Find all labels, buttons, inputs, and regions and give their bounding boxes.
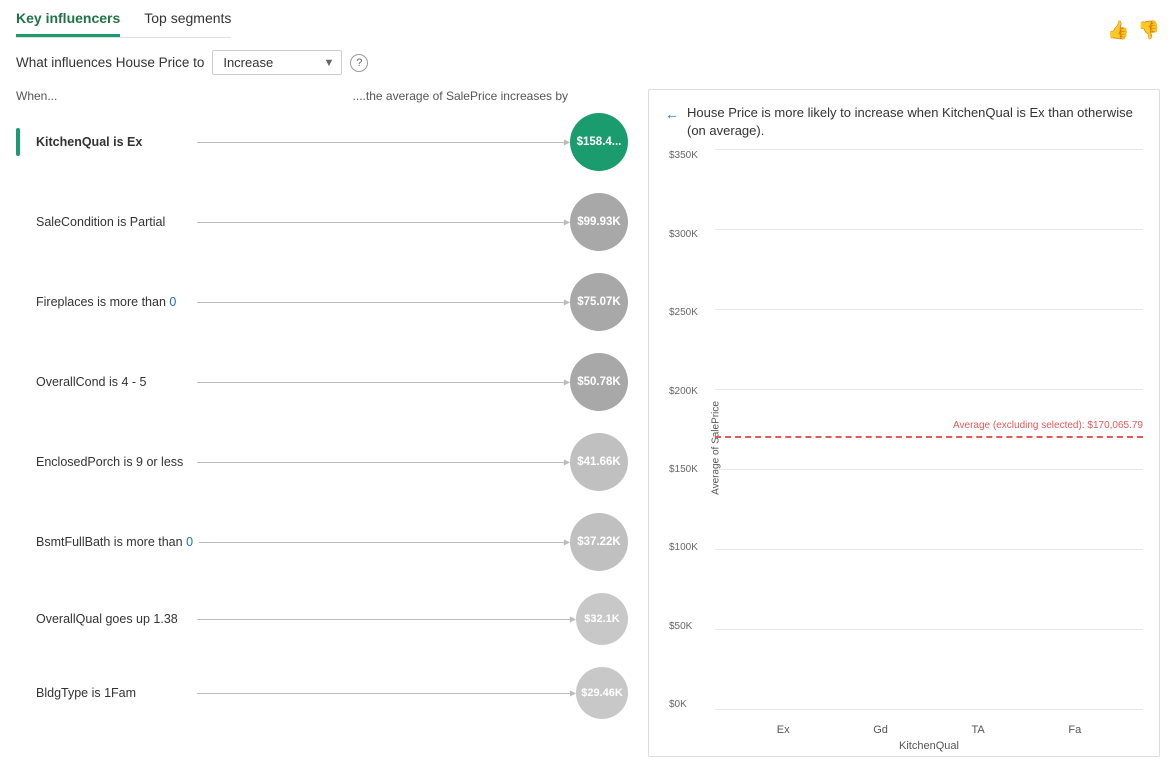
influencer-row-overallcond[interactable]: OverallCond is 4 - 5 $50.78K <box>16 353 628 411</box>
dropdown-wrapper: Increase Decrease ▼ <box>212 50 342 75</box>
influencer-row-enclosedporch[interactable]: EnclosedPorch is 9 or less $41.66K <box>16 433 628 491</box>
influencer-row-bldgtype[interactable]: BldgType is 1Fam $29.46K <box>16 667 628 719</box>
tabs: Key influencers Top segments <box>16 10 231 38</box>
y-label-0k: $0K <box>669 699 698 710</box>
line-connector-1 <box>197 222 564 223</box>
bubble-bldgtype: $29.46K <box>576 667 628 719</box>
column-headers: When... ....the average of SalePrice inc… <box>16 89 628 103</box>
bubble-bsmtfullbath: $37.22K <box>570 513 628 571</box>
bars-container <box>715 150 1143 710</box>
y-label-50k: $50K <box>669 621 698 632</box>
bubble-overallcond: $50.78K <box>570 353 628 411</box>
line-connector-3 <box>197 382 564 383</box>
line-connector-7 <box>197 693 570 694</box>
x-axis-labels: Ex Gd TA Fa <box>715 724 1143 736</box>
chart-inner: $350K $300K $250K $200K $150K $100K $50K… <box>715 150 1143 710</box>
bubble-salecondition: $99.93K <box>570 193 628 251</box>
bubble-kitchenqual: $158.4... <box>570 113 628 171</box>
x-label-ex: Ex <box>777 724 790 736</box>
header-icons: 👍 👎 <box>1107 20 1160 41</box>
influencer-row-salecondition[interactable]: SaleCondition is Partial $99.93K <box>16 193 628 251</box>
y-label-100k: $100K <box>669 542 698 553</box>
line-connector-6 <box>197 619 570 620</box>
y-label-200k: $200K <box>669 386 698 397</box>
help-icon[interactable]: ? <box>350 54 368 72</box>
tab-top-segments[interactable]: Top segments <box>144 10 231 37</box>
chart-area: Average of SalePrice $350K $300K $250K $… <box>665 150 1143 746</box>
influencer-label-enclosedporch: EnclosedPorch is 9 or less <box>16 455 191 469</box>
influencer-row-kitchenqual[interactable]: KitchenQual is Ex $158.4... <box>16 113 628 171</box>
right-panel: ← House Price is more likely to increase… <box>648 89 1160 757</box>
x-label-gd: Gd <box>873 724 888 736</box>
right-panel-description: House Price is more likely to increase w… <box>687 104 1143 140</box>
x-label-ta: TA <box>972 724 985 736</box>
line-connector-5 <box>199 542 564 543</box>
y-label-300k: $300K <box>669 229 698 240</box>
highlight-bar <box>16 128 20 156</box>
x-axis-title: KitchenQual <box>899 740 959 752</box>
thumbs-up-icon[interactable]: 👍 <box>1107 20 1129 41</box>
influencer-label-overallcond: OverallCond is 4 - 5 <box>16 375 191 389</box>
y-label-250k: $250K <box>669 307 698 318</box>
tab-key-influencers[interactable]: Key influencers <box>16 10 120 37</box>
main-container: Key influencers Top segments 👍 👎 What in… <box>0 0 1176 767</box>
line-connector-4 <box>197 462 564 463</box>
influencer-row-overallqual[interactable]: OverallQual goes up 1.38 $32.1K <box>16 593 628 645</box>
influencer-label-bsmtfullbath: BsmtFullBath is more than 0 <box>16 535 193 549</box>
influencer-row-fireplaces[interactable]: Fireplaces is more than 0 $75.07K <box>16 273 628 331</box>
y-label-350k: $350K <box>669 150 698 161</box>
influencer-label-overallqual: OverallQual goes up 1.38 <box>16 612 191 626</box>
question-row: What influences House Price to Increase … <box>16 50 1160 75</box>
influencer-label-fireplaces: Fireplaces is more than 0 <box>16 295 191 309</box>
avg-header: ....the average of SalePrice increases b… <box>353 89 568 103</box>
y-label-150k: $150K <box>669 464 698 475</box>
back-arrow-icon[interactable]: ← <box>665 105 679 125</box>
influencer-label-salecondition: SaleCondition is Partial <box>16 215 191 229</box>
line-connector-2 <box>197 302 564 303</box>
line-connector-0 <box>197 142 564 143</box>
x-label-fa: Fa <box>1068 724 1081 736</box>
when-header: When... <box>16 89 57 103</box>
left-panel: When... ....the average of SalePrice inc… <box>16 89 636 757</box>
question-prefix: What influences House Price to <box>16 55 204 70</box>
bubble-fireplaces: $75.07K <box>570 273 628 331</box>
influencer-label-kitchenqual: KitchenQual is Ex <box>16 135 191 149</box>
bubble-enclosedporch: $41.66K <box>570 433 628 491</box>
tab-row: Key influencers Top segments 👍 👎 <box>16 10 1160 50</box>
thumbs-down-icon[interactable]: 👎 <box>1138 20 1160 41</box>
y-labels: $350K $300K $250K $200K $150K $100K $50K… <box>669 150 698 710</box>
bubble-overallqual: $32.1K <box>576 593 628 645</box>
influencer-row-bsmtfullbath[interactable]: BsmtFullBath is more than 0 $37.22K <box>16 513 628 571</box>
influencer-label-bldgtype: BldgType is 1Fam <box>16 686 191 700</box>
influence-dropdown[interactable]: Increase Decrease <box>212 50 342 75</box>
main-content: When... ....the average of SalePrice inc… <box>16 89 1160 757</box>
right-panel-header: ← House Price is more likely to increase… <box>665 104 1143 140</box>
